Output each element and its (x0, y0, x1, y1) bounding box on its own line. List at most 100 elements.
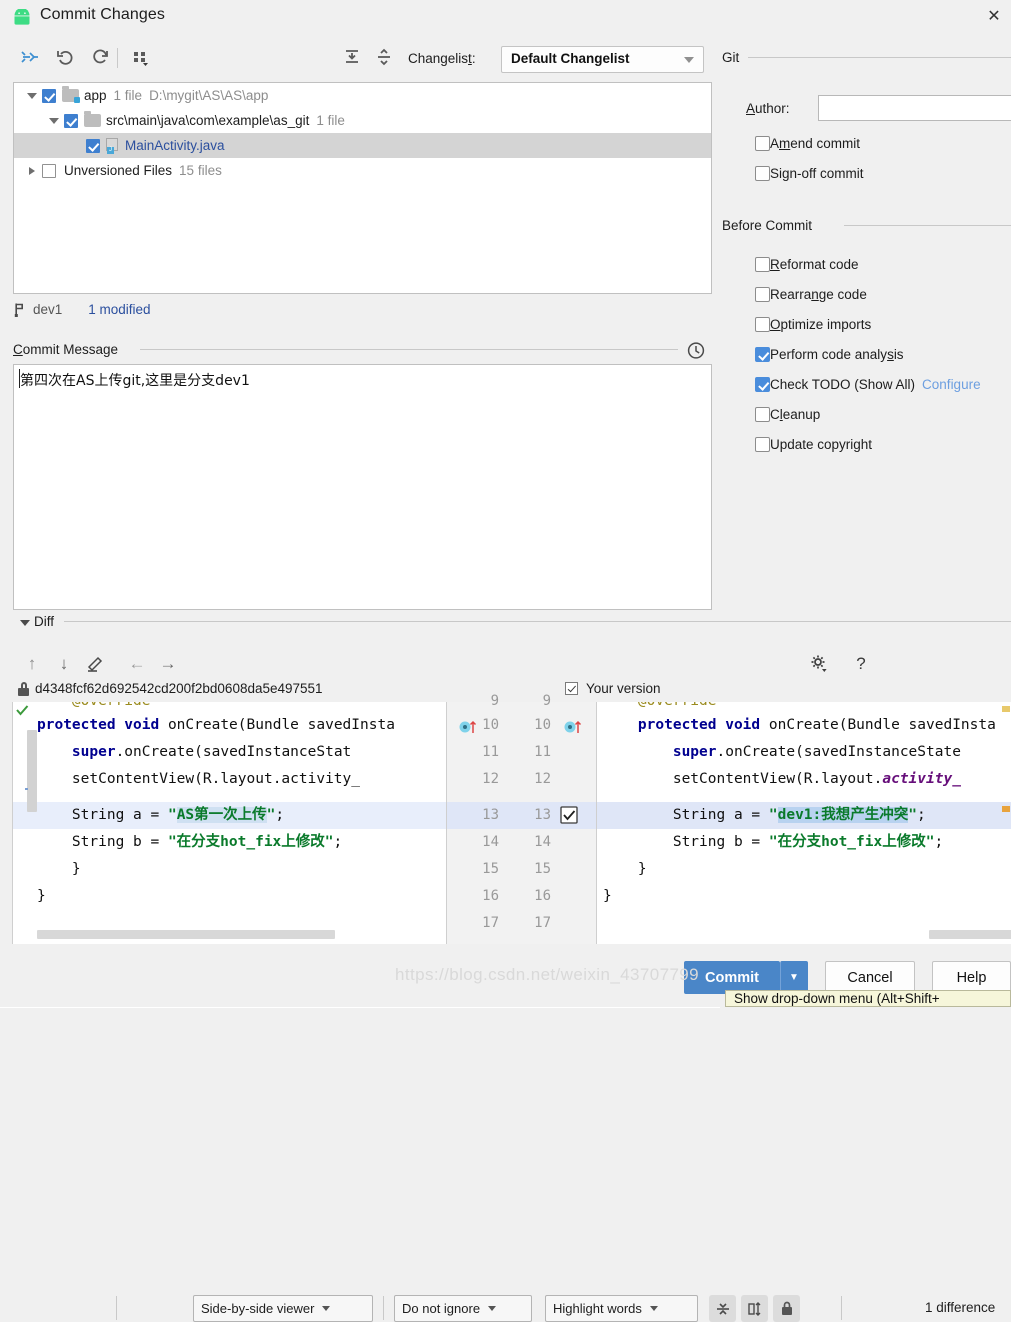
left-line-number: 16 (482, 888, 499, 904)
chevron-down-icon (322, 1306, 331, 1311)
viewer-mode-value: Side-by-side viewer (201, 1301, 315, 1316)
left-line-number: 17 (482, 915, 499, 931)
code-line: String b = "在分支hot_fix上修改"; (37, 834, 343, 850)
your-version-label: Your version (586, 681, 661, 696)
right-version-header[interactable]: Your version (565, 681, 661, 696)
changes-tree[interactable]: app 1 file D:\mygit\AS\AS\app src\main\j… (13, 82, 712, 294)
diff-right-pane[interactable]: @Override protected void onCreate(Bundle… (597, 702, 1011, 944)
modified-count[interactable]: 1 modified (88, 302, 150, 317)
app-checkbox[interactable] (42, 88, 56, 103)
code-line: } (603, 888, 612, 904)
diff-section-label: Diff (34, 614, 63, 629)
changelist-combobox[interactable]: Default Changelist (501, 46, 704, 73)
right-line-number: 13 (534, 807, 551, 823)
unversioned-checkbox[interactable] (42, 163, 56, 178)
before-commit-label: Before Commit (722, 218, 821, 233)
apply-change-checkbox-icon[interactable] (560, 806, 579, 825)
edit-pencil-icon[interactable] (82, 649, 108, 678)
checkbox-box (755, 407, 770, 422)
accept-left-icon[interactable]: ← (125, 649, 149, 678)
checkbox-label: Sign-off commit (770, 166, 864, 181)
right-line-number: 11 (534, 744, 551, 760)
accept-right-icon[interactable]: → (156, 649, 180, 678)
rearrange-code-checkbox[interactable]: Rearrange code (755, 287, 867, 302)
android-robot-icon (14, 9, 30, 25)
code-line-changed: String a = "AS第一次上传"; (37, 807, 285, 823)
commit-message-label: Commit Message (13, 342, 127, 357)
vertical-scrollbar[interactable] (27, 730, 37, 812)
tree-row-unversioned[interactable]: Unversioned Files 15 files (14, 158, 711, 183)
check-mark-icon (16, 705, 29, 716)
author-field[interactable] (818, 95, 1011, 121)
highlight-mode-value: Highlight words (553, 1301, 642, 1316)
checkbox-box (755, 166, 770, 181)
highlight-mode-combobox[interactable]: Highlight words (545, 1295, 698, 1322)
cleanup-checkbox[interactable]: Cleanup (755, 407, 820, 422)
reformat-code-checkbox[interactable]: Reformat code (755, 257, 859, 272)
tree-row-app[interactable]: app 1 file D:\mygit\AS\AS\app (14, 83, 711, 108)
tree-row-src[interactable]: src\main\java\com\example\as_git 1 file (14, 108, 711, 133)
code-line: protected void onCreate(Bundle savedInst… (37, 717, 395, 733)
tree-path: D:\mygit\AS\AS\app (149, 88, 269, 103)
horizontal-scrollbar[interactable] (37, 930, 335, 939)
check-todo-checkbox[interactable]: Check TODO (Show All) Configure (755, 377, 981, 392)
commit-message-input[interactable]: 第四次在AS上传git,这里是分支dev1 (13, 364, 712, 610)
changelist-label: Changelist: (408, 51, 476, 66)
expand-all-icon[interactable] (338, 43, 366, 71)
breakpoint-left-icon[interactable] (459, 720, 481, 734)
previous-difference-icon[interactable]: ↑ (20, 649, 44, 678)
src-checkbox[interactable] (64, 113, 78, 128)
left-line-number: 14 (482, 834, 499, 850)
collapse-arrows-icon[interactable] (16, 43, 44, 71)
collapse-all-icon[interactable] (370, 43, 398, 71)
group-by-icon[interactable] (127, 43, 155, 71)
twisty-open-icon[interactable] (22, 92, 42, 99)
gear-icon[interactable] (805, 649, 833, 678)
code-line: setContentView(R.layout.activity_ (37, 771, 361, 787)
code-line-changed: String a = "dev1:我想产生冲突"; (603, 807, 926, 823)
code-line: } (603, 861, 647, 877)
amend-commit-checkbox[interactable]: Amend commit (755, 136, 860, 151)
ignore-policy-combobox[interactable]: Do not ignore (394, 1295, 532, 1322)
change-marker (25, 788, 28, 790)
changelist-value: Default Changelist (511, 51, 630, 66)
ignore-policy-value: Do not ignore (402, 1301, 481, 1316)
your-version-checkbox[interactable] (565, 682, 578, 695)
collapse-unchanged-icon[interactable] (709, 1295, 736, 1322)
help-icon[interactable]: ? (850, 649, 872, 678)
right-line-number: 9 (542, 693, 551, 709)
chevron-down-icon (684, 57, 694, 63)
tree-meta: 1 file (316, 113, 345, 128)
chevron-down-icon (488, 1306, 497, 1311)
viewer-mode-combobox[interactable]: Side-by-side viewer (193, 1295, 373, 1322)
folder-module-icon (62, 86, 80, 103)
twisty-open-icon[interactable] (44, 117, 64, 124)
optimize-imports-checkbox[interactable]: Optimize imports (755, 317, 871, 332)
code-line: super.onCreate(savedInstanceState (672, 744, 961, 760)
mainactivity-checkbox[interactable] (86, 138, 100, 153)
left-line-number: 15 (482, 861, 499, 877)
next-difference-icon[interactable]: ↓ (52, 649, 76, 678)
commit-changes-dialog: Commit Changes ✕ Changelist: Default Cha… (0, 0, 1011, 1322)
refresh-icon[interactable] (86, 43, 114, 71)
checkbox-box (755, 437, 770, 452)
breakpoint-right-icon[interactable] (564, 720, 586, 734)
checkbox-box (755, 347, 770, 362)
synchronize-scroll-icon[interactable] (741, 1295, 768, 1322)
code-line: String b = "在分支hot_fix上修改"; (603, 834, 944, 850)
left-line-number: 9 (490, 693, 499, 709)
diff-left-pane[interactable]: @Override protected void onCreate(Bundle… (12, 702, 447, 944)
configure-todo-link[interactable]: Configure (922, 377, 981, 392)
perform-code-analysis-checkbox[interactable]: Perform code analysis (755, 347, 904, 362)
right-line-number: 12 (534, 771, 551, 787)
sign-off-commit-checkbox[interactable]: Sign-off commit (755, 166, 864, 181)
revert-icon[interactable] (52, 43, 80, 71)
horizontal-scrollbar[interactable] (929, 930, 1011, 939)
clock-history-icon[interactable] (686, 340, 706, 360)
diff-collapse-twisty[interactable] (20, 620, 30, 626)
lock-icon[interactable] (773, 1295, 800, 1322)
twisty-closed-icon[interactable] (22, 166, 42, 175)
tree-row-mainactivity[interactable]: J MainActivity.java (14, 133, 711, 158)
update-copyright-checkbox[interactable]: Update copyright (755, 437, 872, 452)
close-icon[interactable]: ✕ (980, 3, 1008, 29)
